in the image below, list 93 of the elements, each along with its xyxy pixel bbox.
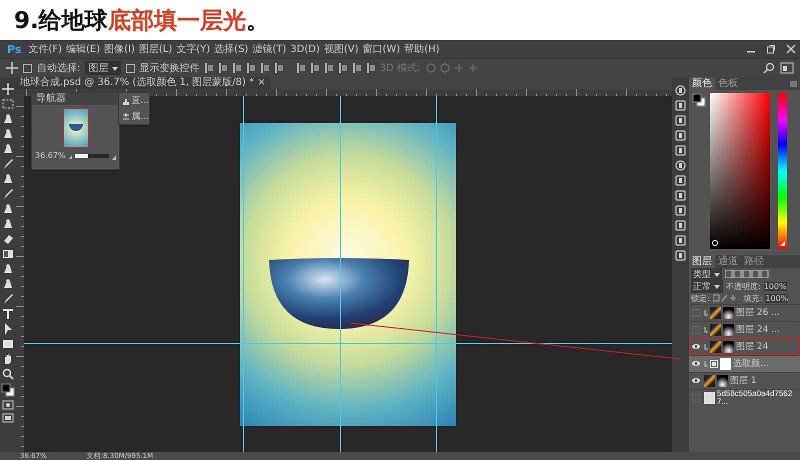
menu-item[interactable]: 编辑(E) xyxy=(66,42,100,56)
menu-item[interactable]: 视图(V) xyxy=(324,42,358,56)
move-tool-icon[interactable] xyxy=(2,83,14,95)
navigator-preview xyxy=(62,108,88,148)
align-icons-drawing[interactable] xyxy=(204,62,375,74)
layer-thumbnail xyxy=(710,324,721,336)
layer-row[interactable]: 5d58c505a0a4d75627... xyxy=(689,389,800,406)
layer-name[interactable]: 选取颜... xyxy=(733,357,769,370)
zoom-tool-icon[interactable] xyxy=(2,368,14,380)
adjustment-icon xyxy=(710,360,718,368)
mask-thumbnail xyxy=(723,324,734,336)
mask-thumbnail xyxy=(717,374,728,386)
panel-tab[interactable]: 图层 xyxy=(689,255,715,268)
move-tool-icon[interactable] xyxy=(6,62,18,74)
mask-thumbnail xyxy=(720,358,731,370)
target-dropdown[interactable]: 图层 xyxy=(85,61,121,75)
layer-row[interactable]: 图层 24 ... xyxy=(689,321,800,338)
eye-icon[interactable] xyxy=(692,361,700,366)
menu-item[interactable]: 文件(F) xyxy=(28,42,62,56)
app-logo[interactable]: Ps xyxy=(4,42,24,56)
panel-tab[interactable]: 通道 xyxy=(715,255,741,268)
checkbox[interactable] xyxy=(23,64,32,72)
filter-dropdown[interactable]: 类型 xyxy=(691,268,722,280)
layer-name[interactable]: 图层 24 ... xyxy=(736,323,780,336)
slider-thumb-icon[interactable] xyxy=(780,240,785,246)
opacity-field[interactable]: 100% xyxy=(764,282,787,290)
color-field[interactable] xyxy=(710,93,770,249)
menu-item[interactable]: 图像(I) xyxy=(104,42,135,56)
checkbox[interactable] xyxy=(126,64,135,72)
mask-thumbnail xyxy=(723,340,734,352)
zoom-value[interactable]: 36.67% xyxy=(35,151,66,160)
layer-thumbnail xyxy=(710,306,721,318)
layer-row[interactable]: 选取颜... xyxy=(689,355,800,372)
panel-tab[interactable]: 颜色 xyxy=(689,77,715,90)
color-swatches-icon[interactable] xyxy=(692,93,706,107)
brush-tool-icon[interactable] xyxy=(2,188,14,200)
layer-row[interactable]: 图层 26 ... xyxy=(689,304,800,321)
menu-item[interactable]: 3D(D) xyxy=(290,44,320,54)
panel-menu-icon[interactable] xyxy=(790,80,797,86)
layer-name[interactable]: 5d58c505a0a4d75627... xyxy=(717,390,799,406)
step-heading: 9.给地球底部填一层光。 xyxy=(13,7,270,36)
layer-row[interactable]: 图层 24 xyxy=(689,338,800,355)
zoom-slider[interactable] xyxy=(74,154,109,158)
filter-icons-drawing[interactable] xyxy=(724,270,769,278)
color-swatches-icon[interactable] xyxy=(1,383,15,397)
gradient-tool-icon[interactable] xyxy=(2,248,14,260)
lock-label: 锁定: xyxy=(691,292,710,304)
marquee-tool-icon[interactable] xyxy=(2,98,14,110)
search-icon[interactable] xyxy=(763,62,775,74)
menu-item[interactable]: 滤镜(T) xyxy=(252,42,286,56)
layer-thumbnail xyxy=(710,340,721,352)
blend-mode-dropdown[interactable]: 正常 xyxy=(691,280,723,292)
hue-slider[interactable] xyxy=(778,93,787,249)
hand-tool-icon[interactable] xyxy=(2,353,14,365)
close-icon[interactable] xyxy=(786,44,796,54)
layer-name[interactable]: 图层 24 xyxy=(736,340,768,353)
eye-icon[interactable] xyxy=(692,344,700,349)
layer-row[interactable]: 图层 1 xyxy=(689,372,800,389)
layer-name[interactable]: 图层 26 ... xyxy=(736,306,780,319)
document-tab[interactable]: 地球合成.psd @ 36.7% (选取颜色 1, 图层蒙版/8) * × xyxy=(16,77,270,89)
opacity-label: 不透明度: xyxy=(726,280,761,292)
auto-select-label: 自动选择: xyxy=(37,62,80,75)
panel-tab[interactable]: 路径 xyxy=(741,255,767,268)
caret-icon xyxy=(714,272,720,276)
panel-tab[interactable]: 色板 xyxy=(715,77,741,90)
panel-tab[interactable]: 直... xyxy=(131,94,149,107)
tab-close-icon[interactable]: × xyxy=(257,77,266,88)
eraser-tool-icon[interactable] xyxy=(2,233,14,245)
menu-item[interactable]: 文字(Y) xyxy=(176,42,210,56)
menu-item[interactable]: 图层(L) xyxy=(138,42,172,56)
screen-mode-icon[interactable] xyxy=(2,413,14,423)
eye-icon[interactable] xyxy=(692,378,700,383)
mask-thumbnail xyxy=(723,306,734,318)
restore-icon[interactable] xyxy=(766,44,776,54)
caret-icon xyxy=(714,284,720,288)
panel-tab[interactable]: 属... xyxy=(131,110,149,123)
shape-tool-icon[interactable] xyxy=(2,338,14,350)
menu-item[interactable]: 帮助(H) xyxy=(404,42,440,56)
layer-name[interactable]: 图层 1 xyxy=(730,374,757,387)
layer-thumbnail xyxy=(704,374,715,386)
fill-label: 填充: xyxy=(744,292,762,304)
caret-icon xyxy=(112,67,118,71)
histogram-icon[interactable] xyxy=(123,96,130,104)
workspace-icon[interactable] xyxy=(780,62,794,74)
layer-thumbnail xyxy=(704,392,715,404)
quick-mask-icon[interactable] xyxy=(2,400,14,410)
menu-item[interactable]: 选择(S) xyxy=(214,42,248,56)
select-tool-icon[interactable] xyxy=(2,323,14,335)
menu-item[interactable]: 窗口(W) xyxy=(362,42,400,56)
sliders-icon[interactable] xyxy=(123,112,130,120)
fill-field[interactable]: 100% xyxy=(765,294,788,302)
show-transform-label: 显示变换控件 xyxy=(140,62,200,75)
type-tool-icon[interactable] xyxy=(2,308,14,320)
